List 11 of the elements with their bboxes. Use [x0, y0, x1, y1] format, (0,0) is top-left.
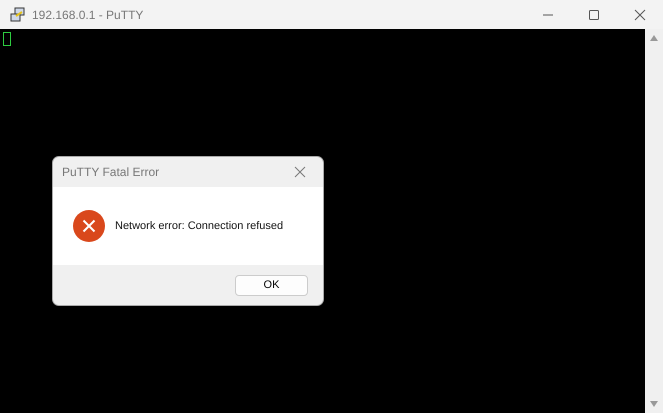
scroll-up-icon[interactable]	[650, 35, 658, 41]
close-icon	[633, 8, 647, 20]
close-icon	[294, 166, 306, 178]
dialog-title: PuTTY Fatal Error	[62, 164, 160, 181]
error-icon	[73, 210, 105, 242]
window-title: 192.168.0.1 - PuTTY	[32, 6, 144, 24]
scroll-down-icon[interactable]	[650, 401, 658, 407]
app-icon	[10, 6, 26, 22]
maximize-icon	[587, 8, 601, 20]
error-message: Network error: Connection refused	[115, 218, 284, 234]
ok-button[interactable]: OK	[235, 274, 308, 296]
